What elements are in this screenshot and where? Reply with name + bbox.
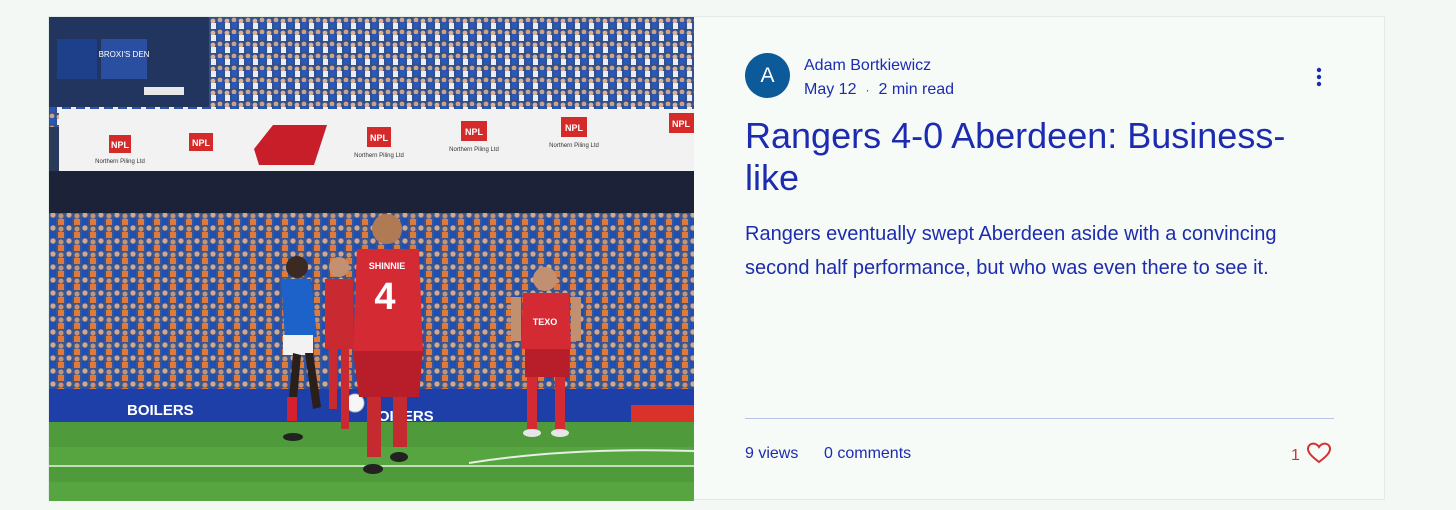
footer-divider [745,418,1334,419]
post-date: May 12 [804,81,857,98]
comments-link[interactable]: 0 comments [824,445,911,463]
like-button[interactable]: 1 [1291,441,1332,470]
ad-board-logo: NPL [111,140,130,150]
pitch-board-text: BOILERS [127,402,194,419]
ad-board-subtext: Northern Piling Ltd [354,153,404,159]
read-time: 2 min read [878,81,955,98]
ad-board-logo: NPL [565,123,584,133]
shirt-sponsor: TEXO [533,317,558,327]
ad-board-subtext: Northern Piling Ltd [95,159,145,165]
post-excerpt: Rangers eventually swept Aberdeen aside … [745,223,1277,279]
shirt-name: SHINNIE [369,261,406,271]
blog-post-card[interactable]: BROXI'S DEN NPL NPL NPL NPL NPL NPL Nort… [48,16,1385,501]
views-count: 9 views [745,445,799,462]
ad-board-subtext: Northern Piling Ltd [549,143,599,149]
ad-board-logo: NPL [192,138,211,148]
more-vertical-icon[interactable] [1307,65,1331,89]
ad-board-subtext: Northern Piling Ltd [449,147,499,153]
post-title[interactable]: Rangers 4-0 Aberdeen: Business-like [745,115,1305,199]
shirt-number: 4 [374,276,395,318]
likes-count: 1 [1291,446,1300,464]
author-avatar[interactable]: A [745,53,790,98]
ad-board-logo: NPL [370,133,389,143]
ad-board-logo: NPL [672,119,691,129]
post-content: A Adam Bortkiewicz May 12 · 2 min read R… [745,17,1384,499]
post-meta: May 12 · 2 min read [804,81,954,99]
meta-separator: · [865,83,870,97]
ad-board-logo: NPL [465,127,484,137]
stand-sign-text: BROXI'S DEN [99,50,150,59]
author-name[interactable]: Adam Bortkiewicz [804,57,931,75]
heart-outline-icon[interactable] [1306,441,1332,470]
post-cover-image[interactable]: BROXI'S DEN NPL NPL NPL NPL NPL NPL Nort… [49,17,694,501]
